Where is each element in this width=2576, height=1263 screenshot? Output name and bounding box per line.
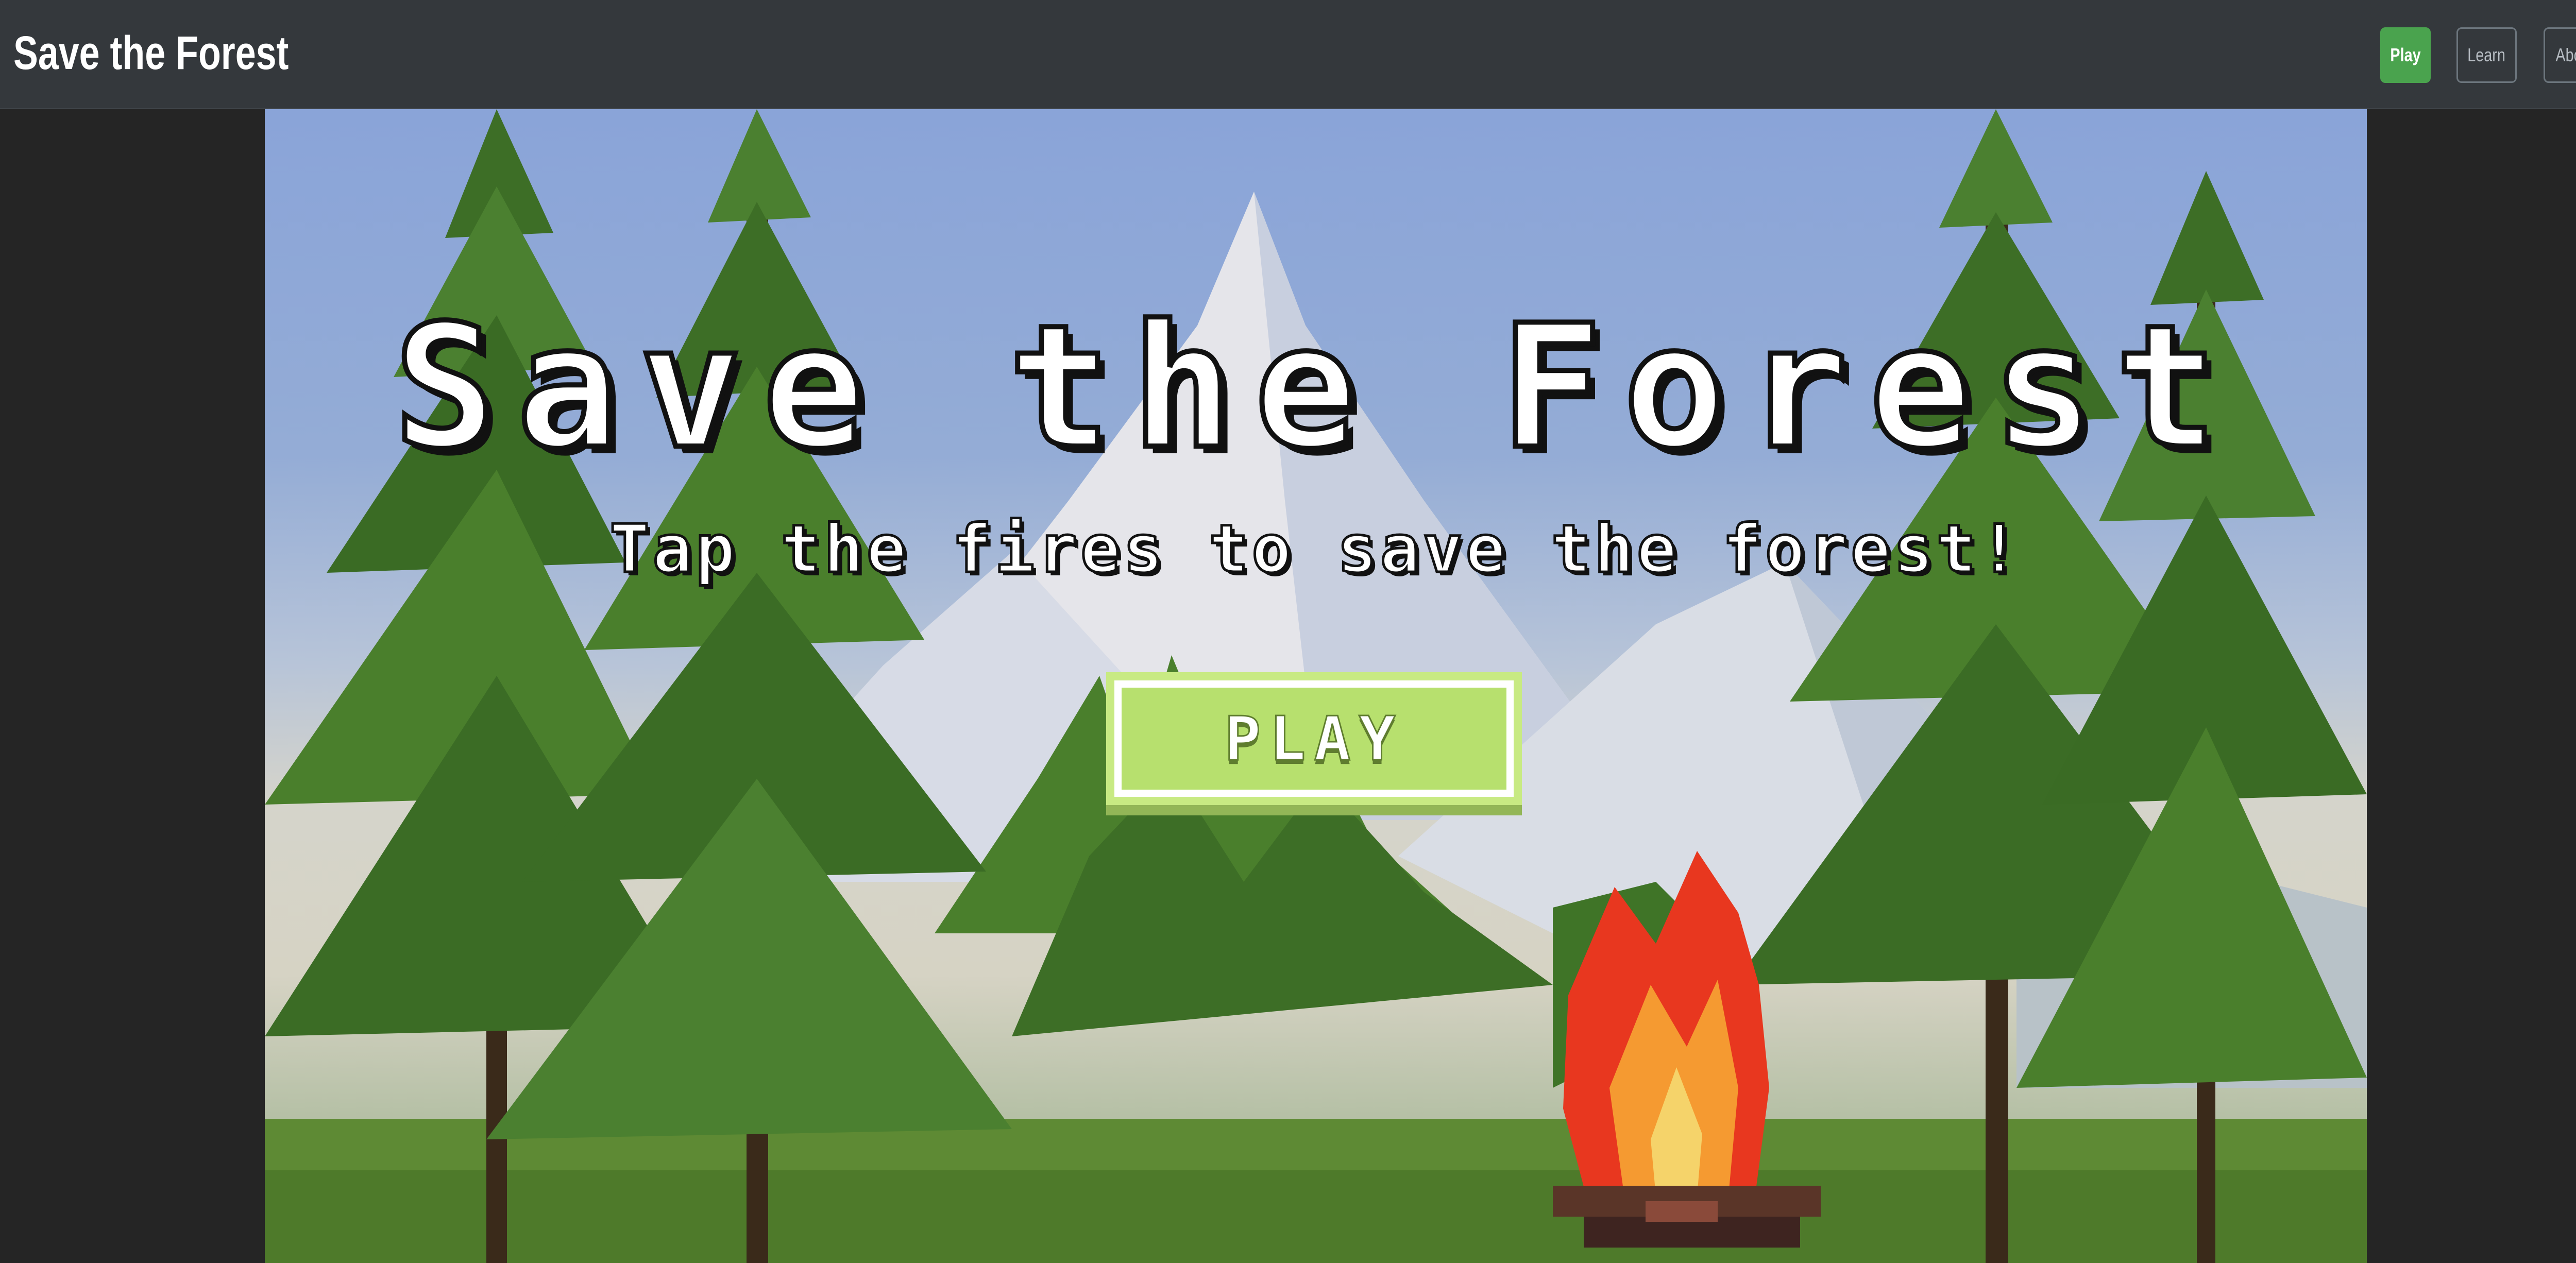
nav-about-button[interactable]: About	[2544, 27, 2576, 83]
nav-learn-label: Learn	[2467, 44, 2506, 65]
nav-about-label: About	[2555, 44, 2576, 65]
play-button-label: PLAY	[1224, 703, 1404, 775]
nav-learn-button[interactable]: Learn	[2456, 27, 2517, 83]
nav-play-button[interactable]: Play	[2380, 27, 2431, 83]
grass-foreground	[265, 1170, 2367, 1263]
game-canvas[interactable]: Save the Forest Tap the fires to save th…	[265, 109, 2367, 1263]
play-button[interactable]: PLAY	[1106, 672, 1522, 805]
top-navbar: Save the Forest Play Learn About	[0, 0, 2576, 109]
game-subtitle: Tap the fires to save the forest!	[608, 510, 2022, 589]
game-title: Save the Forest	[391, 286, 2239, 489]
nav-play-label: Play	[2390, 44, 2421, 65]
brand-title[interactable]: Save the Forest	[13, 20, 289, 87]
